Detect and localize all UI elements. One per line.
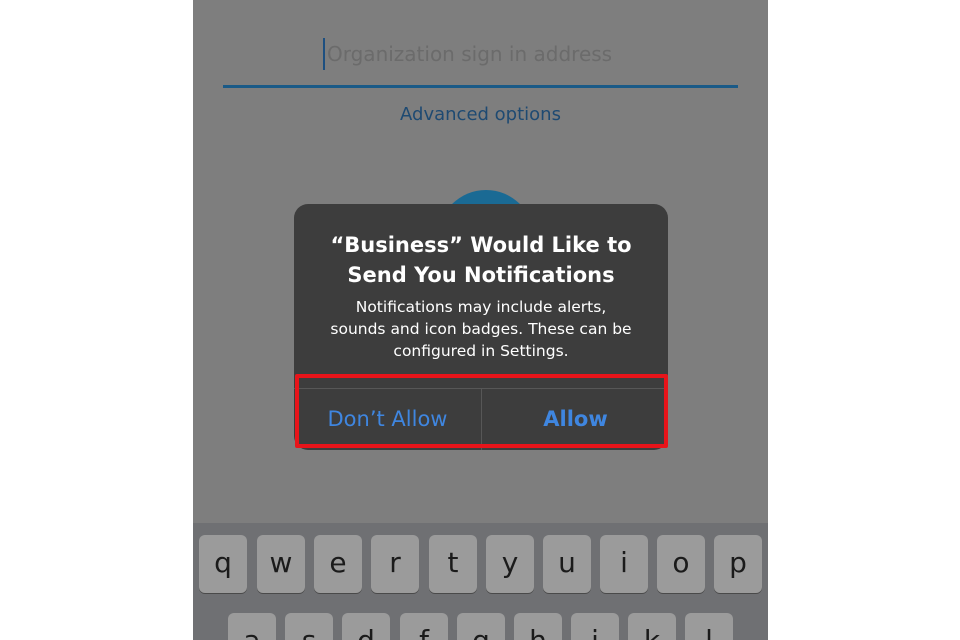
key-s[interactable]: s — [285, 613, 333, 640]
key-h[interactable]: h — [514, 613, 562, 640]
key-l[interactable]: l — [685, 613, 733, 640]
org-address-field[interactable]: Organization sign in address — [223, 36, 738, 88]
dont-allow-button[interactable]: Don’t Allow — [294, 389, 481, 450]
alert-message-line-3: configured in Settings. — [393, 342, 569, 360]
key-d[interactable]: d — [342, 613, 390, 640]
allow-button[interactable]: Allow — [482, 389, 668, 450]
key-o[interactable]: o — [657, 535, 705, 593]
keyboard: q w e r t y u i o p a s d f g h j k l — [193, 523, 768, 640]
key-r[interactable]: r — [371, 535, 419, 593]
key-a[interactable]: a — [228, 613, 276, 640]
key-k[interactable]: k — [628, 613, 676, 640]
key-p[interactable]: p — [714, 535, 762, 593]
key-u[interactable]: u — [543, 535, 591, 593]
key-w[interactable]: w — [257, 535, 305, 593]
screen: Organization sign in address Advanced op… — [0, 0, 960, 640]
notification-permission-alert: “Business” Would Like to Send You Notifi… — [294, 204, 668, 450]
alert-message: Notifications may include alerts, sounds… — [294, 296, 668, 362]
text-caret — [323, 38, 325, 70]
alert-message-line-2: sounds and icon badges. These can be — [330, 320, 632, 338]
alert-title-line-1: “Business” Would Like to — [330, 233, 632, 257]
alert-title-line-2: Send You Notifications — [347, 263, 615, 287]
alert-title: “Business” Would Like to Send You Notifi… — [294, 230, 668, 290]
advanced-options-link[interactable]: Advanced options — [193, 104, 768, 125]
key-j[interactable]: j — [571, 613, 619, 640]
key-f[interactable]: f — [400, 613, 448, 640]
key-e[interactable]: e — [314, 535, 362, 593]
input-underline — [223, 85, 738, 88]
key-i[interactable]: i — [600, 535, 648, 593]
key-g[interactable]: g — [457, 613, 505, 640]
phone-screen: Organization sign in address Advanced op… — [193, 0, 768, 640]
key-q[interactable]: q — [199, 535, 247, 593]
alert-message-line-1: Notifications may include alerts, — [355, 298, 607, 316]
key-y[interactable]: y — [486, 535, 534, 593]
org-address-placeholder[interactable]: Organization sign in address — [327, 42, 612, 66]
key-t[interactable]: t — [429, 535, 477, 593]
